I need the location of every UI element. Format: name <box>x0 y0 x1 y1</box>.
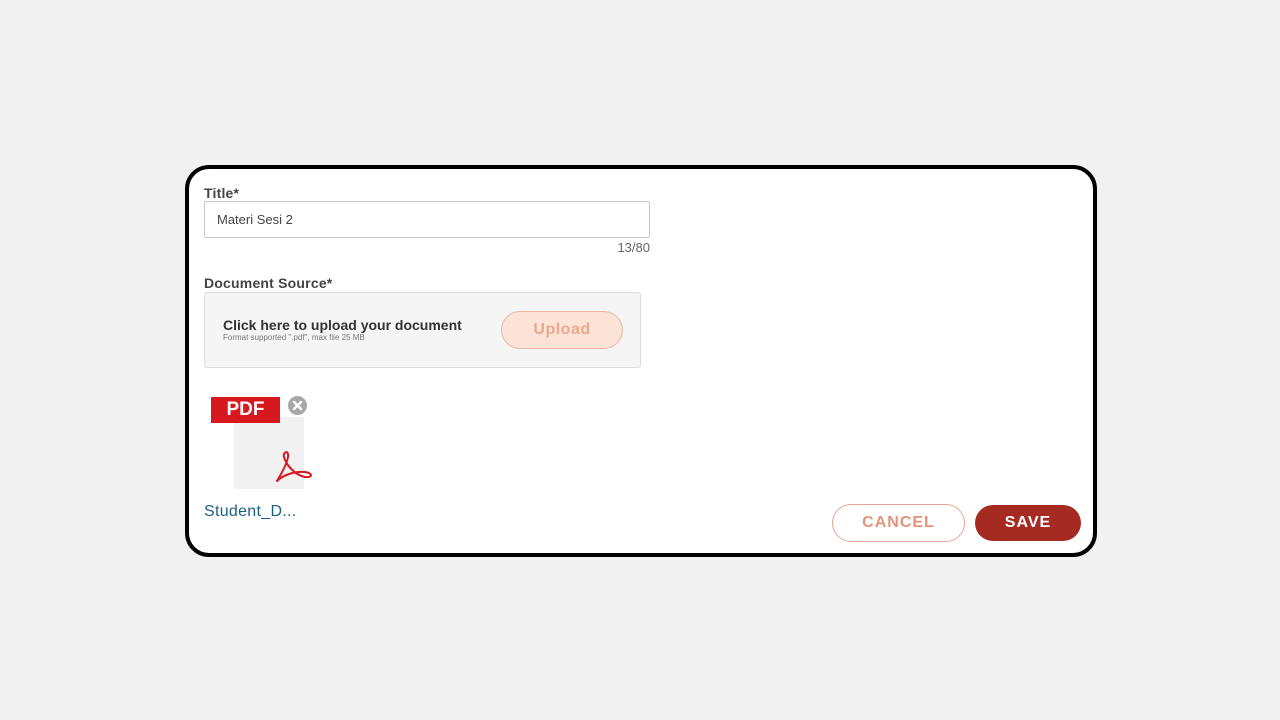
title-input[interactable] <box>204 201 650 238</box>
upload-document-dialog: Title* 13/80 Document Source* Click here… <box>185 165 1097 557</box>
remove-file-button[interactable] <box>286 394 309 417</box>
pdf-badge: PDF <box>211 397 280 423</box>
document-source-label: Document Source* <box>204 275 333 291</box>
title-char-count: 13/80 <box>617 240 650 255</box>
attached-file-tile[interactable]: PDF <box>211 394 312 494</box>
close-icon <box>292 400 303 411</box>
pdf-file-icon <box>234 417 312 489</box>
attached-file-name-link[interactable]: Student_D... <box>204 503 297 521</box>
upload-prompt: Click here to upload your document <box>223 317 462 333</box>
cancel-button[interactable]: CANCEL <box>832 504 965 542</box>
acrobat-logo-icon <box>276 451 312 482</box>
save-button[interactable]: SAVE <box>975 505 1081 541</box>
upload-format-hint: Format supported ".pdf", max file 25 MB <box>223 333 365 342</box>
upload-button[interactable]: Upload <box>501 311 623 349</box>
upload-dropzone[interactable]: Click here to upload your document Forma… <box>204 292 641 368</box>
title-label: Title* <box>204 185 240 201</box>
